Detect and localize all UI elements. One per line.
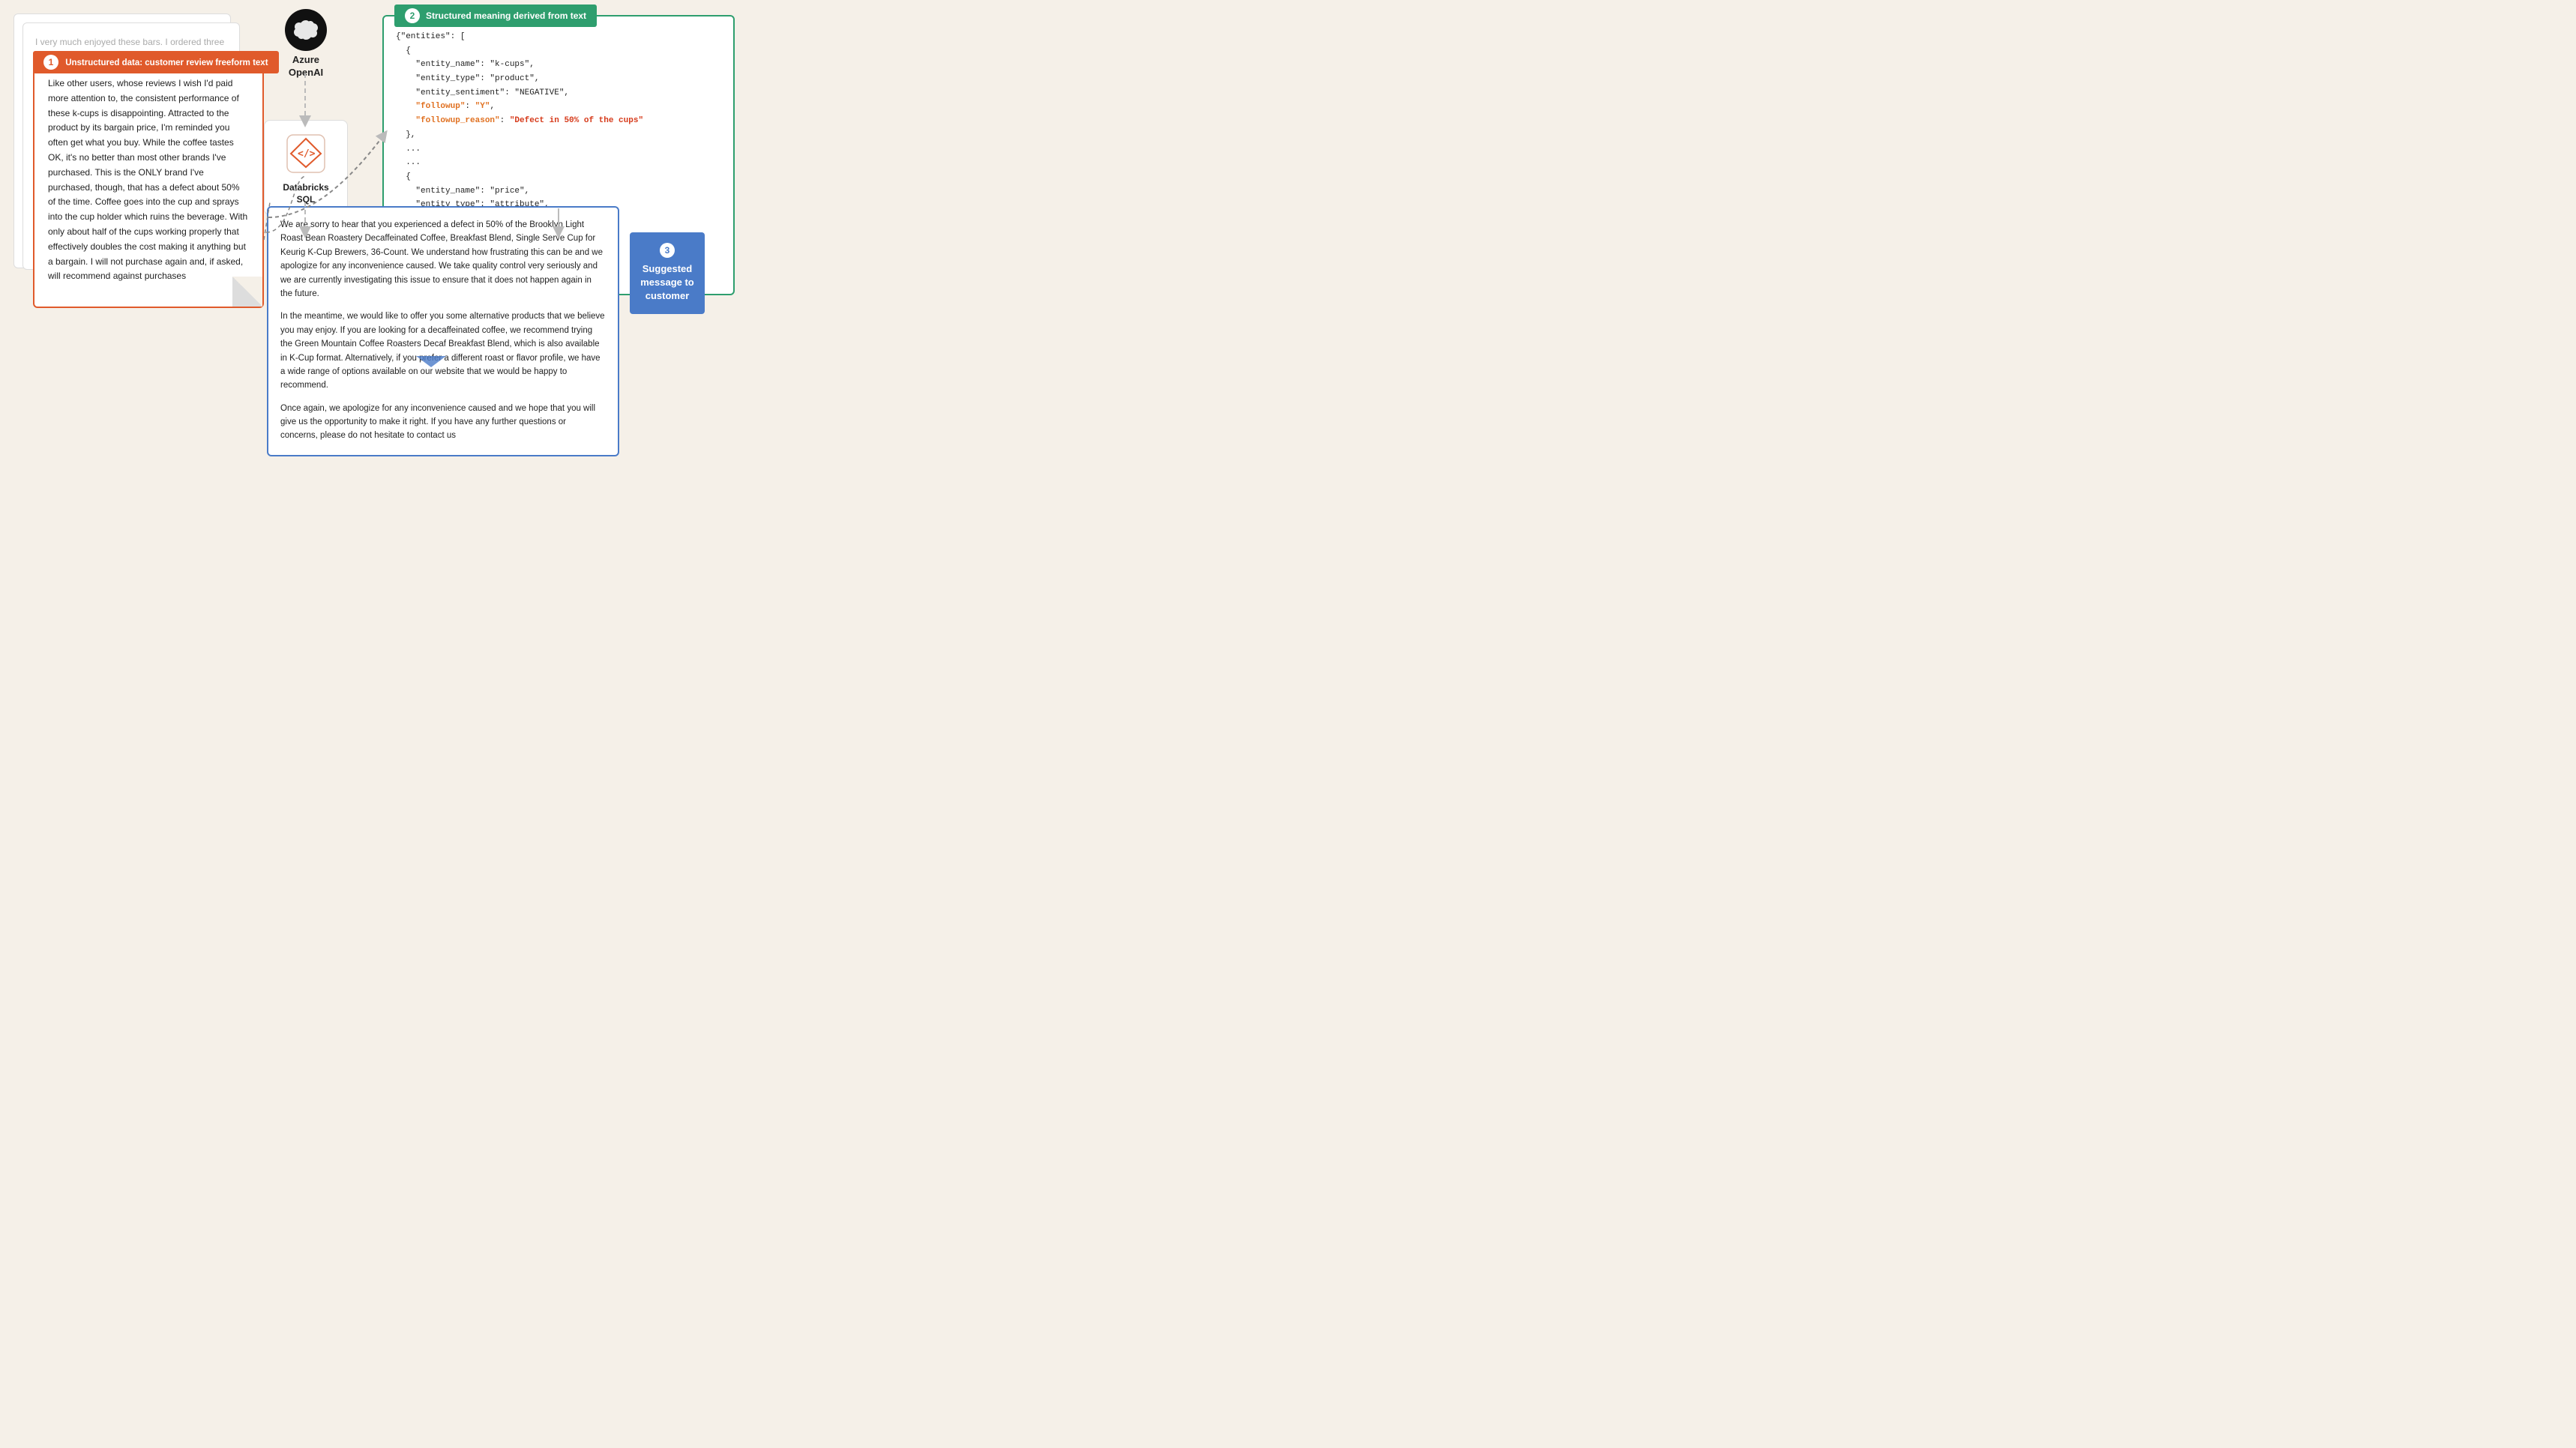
databricks-label: DatabricksSQL (283, 182, 328, 205)
suggested-label-text: Suggested message to customer (639, 262, 696, 304)
json-line-6: "followup": "Y", (396, 102, 495, 111)
databricks-box: </> DatabricksSQL (264, 120, 348, 215)
json-line-7: "followup_reason": "Defect in 50% of the… (396, 116, 643, 125)
openai-icon (293, 17, 319, 43)
azure-openai-logo: AzureOpenAI (285, 9, 327, 79)
json-line-1: {"entities": [ (396, 32, 465, 41)
review-label-text: Unstructured data: customer review freef… (65, 58, 268, 67)
json-line-9: ... (396, 145, 421, 154)
azure-logo-circle (285, 9, 327, 51)
message-paragraph-2: In the meantime, we would like to offer … (280, 310, 606, 392)
json-label-text: Structured meaning derived from text (426, 10, 586, 21)
suggested-message-box: We are sorry to hear that you experience… (267, 206, 619, 456)
json-line-4: "entity_type": "product", (396, 74, 539, 83)
json-line-11: { (396, 172, 411, 181)
databricks-text-span: DatabricksSQL (283, 182, 328, 205)
review-badge: 1 (43, 55, 58, 70)
json-line-2: { (396, 46, 411, 55)
message-paragraph-3: Once again, we apologize for any inconve… (280, 402, 606, 443)
json-line-10: ... (396, 158, 421, 167)
suggested-badge: 3 (660, 243, 675, 258)
svg-text:</>: </> (298, 148, 316, 160)
azure-text: AzureOpenAI (289, 54, 323, 78)
review-card-label: 1 Unstructured data: customer review fre… (33, 51, 279, 73)
json-box-label: 2 Structured meaning derived from text (394, 4, 597, 27)
json-line-5: "entity_sentiment": "NEGATIVE", (396, 88, 569, 97)
azure-label: AzureOpenAI (289, 54, 323, 79)
json-badge: 2 (405, 8, 420, 23)
json-line-8: }, (396, 130, 415, 139)
message-paragraph-1: We are sorry to hear that you experience… (280, 218, 606, 301)
json-line-3: "entity_name": "k-cups", (396, 60, 535, 69)
json-line-12: "entity_name": "price", (396, 187, 529, 196)
databricks-icon: </> (283, 131, 328, 176)
review-body-text: Like other users, whose reviews I wish I… (48, 76, 249, 284)
review-card: 1 Unstructured data: customer review fre… (33, 60, 264, 308)
suggested-label: 3 Suggested message to customer (630, 232, 705, 314)
